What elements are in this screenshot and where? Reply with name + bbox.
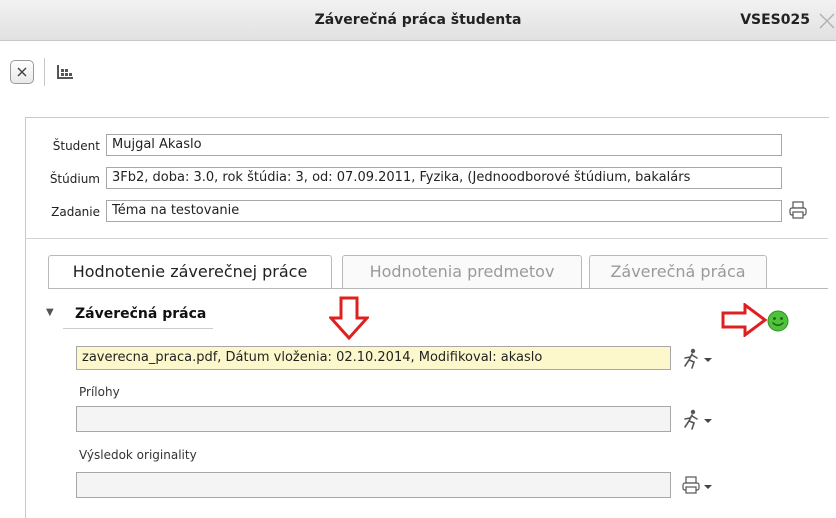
studium-field[interactable]: 3Fb2, doba: 3.0, rok štúdia: 3, od: 07.0…: [106, 167, 782, 189]
smiley-icon: [767, 310, 789, 332]
collapse-triangle-icon[interactable]: ▼: [46, 307, 54, 318]
divider: [25, 238, 828, 239]
annotation-arrow-down-icon: [329, 296, 369, 340]
close-button[interactable]: [10, 60, 34, 84]
zadanie-field[interactable]: Téma na testovanie: [106, 200, 782, 222]
tabs-baseline: [48, 288, 828, 289]
tab-zaverecna-praca[interactable]: Záverečná práca: [589, 255, 767, 288]
runner-icon[interactable]: [681, 347, 715, 371]
originality-field[interactable]: [76, 472, 671, 498]
student-field[interactable]: Mujgal Akaslo: [106, 134, 782, 156]
prilohy-label: Prílohy: [79, 385, 120, 399]
toolbar-separator: [44, 58, 45, 86]
prilohy-field[interactable]: [76, 406, 671, 432]
tab-hodnotenie-zaverecnej-prace[interactable]: Hodnotenie záverečnej práce: [48, 255, 332, 289]
runner-icon[interactable]: [681, 408, 715, 432]
printer-dropdown-icon[interactable]: [681, 474, 715, 498]
originality-label: Výsledok originality: [79, 448, 197, 462]
window-code: VSES025: [740, 12, 810, 28]
zadanie-label: Zadanie: [51, 205, 100, 219]
tab-hodnotenia-predmetov[interactable]: Hodnotenia predmetov: [342, 255, 582, 288]
student-label: Študent: [52, 139, 100, 153]
window-close-icon[interactable]: [816, 10, 836, 30]
grid-icon[interactable]: [55, 62, 75, 82]
window-titlebar: Záverečná práca študenta VSES025: [0, 0, 836, 41]
studium-label: Štúdium: [49, 172, 100, 186]
annotation-arrow-right-icon: [721, 303, 767, 337]
printer-icon[interactable]: [788, 200, 808, 220]
thesis-file-field[interactable]: zaverecna_praca.pdf, Dátum vloženia: 02.…: [76, 346, 671, 370]
window-title: Záverečná práca študenta: [314, 12, 522, 28]
section-title-underline: [63, 328, 213, 329]
close-icon: [17, 67, 27, 77]
section-title: Záverečná práca: [75, 306, 207, 322]
